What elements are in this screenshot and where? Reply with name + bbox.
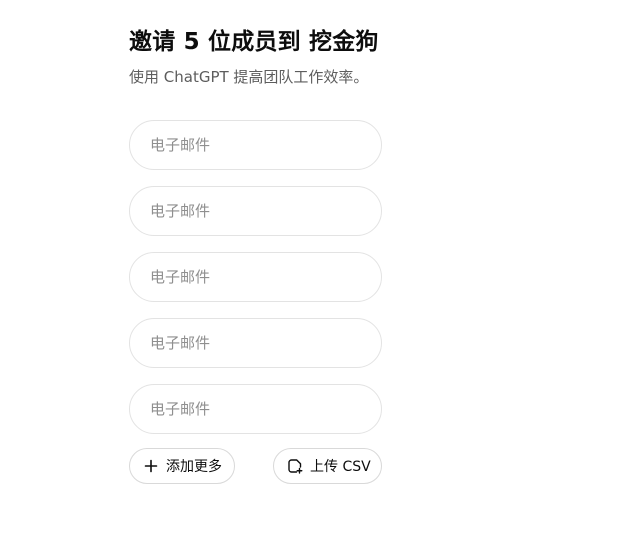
file-upload-icon <box>287 458 303 474</box>
invite-members-panel: 邀请 5 位成员到 挖金狗 使用 ChatGPT 提高团队工作效率。 添加更多 <box>129 26 382 484</box>
email-field-4[interactable] <box>129 318 382 368</box>
email-field-list <box>129 120 382 434</box>
email-field-2[interactable] <box>129 186 382 236</box>
add-more-button[interactable]: 添加更多 <box>129 448 235 484</box>
upload-csv-button[interactable]: 上传 CSV <box>273 448 382 484</box>
email-field-5[interactable] <box>129 384 382 434</box>
email-field-1[interactable] <box>129 120 382 170</box>
invite-actions: 添加更多 上传 CSV <box>129 448 382 484</box>
email-field-3[interactable] <box>129 252 382 302</box>
plus-icon <box>143 458 159 474</box>
add-more-label: 添加更多 <box>166 459 222 475</box>
upload-csv-label: 上传 CSV <box>310 459 371 475</box>
page-title: 邀请 5 位成员到 挖金狗 <box>129 29 379 55</box>
page-subtitle: 使用 ChatGPT 提高团队工作效率。 <box>129 68 369 86</box>
